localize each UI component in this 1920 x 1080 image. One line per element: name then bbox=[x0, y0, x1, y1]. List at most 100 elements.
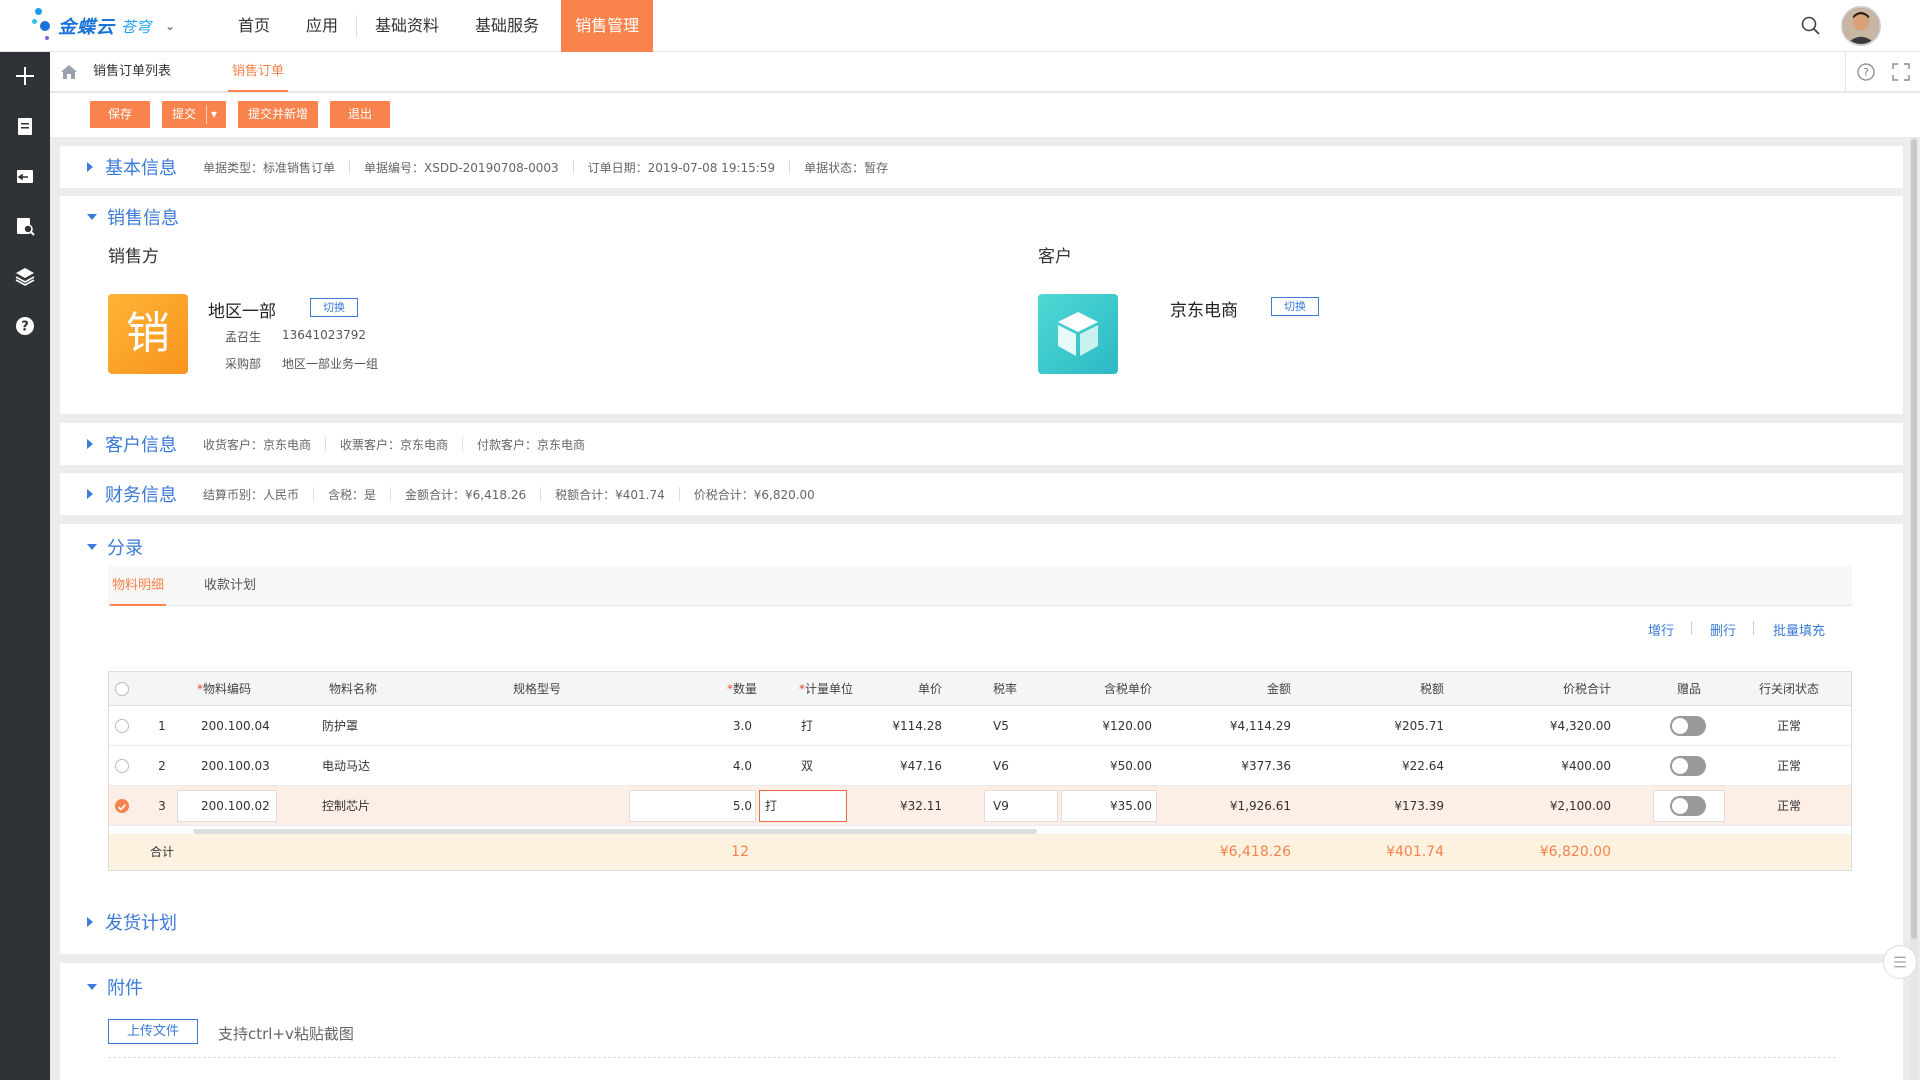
material-name[interactable]: 控制芯片 bbox=[322, 786, 370, 826]
col-price-tax: 含税单价 bbox=[1103, 682, 1152, 696]
summary-label: 合计 bbox=[149, 845, 174, 859]
table-row[interactable]: 2 200.100.03 电动马达 4.0 双 ¥47.16 V6 ¥50.00… bbox=[109, 746, 1851, 786]
basic-info-header[interactable]: 基本信息 单据类型：标准销售订单 单据编号：XSDD-20190708-0003… bbox=[87, 155, 888, 179]
table-row[interactable]: 1 200.100.04 防护罩 3.0 打 ¥114.28 V5 ¥120.0… bbox=[109, 706, 1851, 746]
row-radio[interactable] bbox=[115, 759, 129, 773]
layers-icon[interactable] bbox=[13, 264, 37, 288]
gift-toggle[interactable] bbox=[1670, 756, 1706, 776]
brand-sub: 苍穹 bbox=[121, 17, 152, 36]
tab-order[interactable]: 销售订单 bbox=[228, 52, 289, 92]
upload-file-button[interactable]: 上传文件 bbox=[108, 1019, 198, 1044]
col-qty: *数量 bbox=[726, 682, 757, 696]
receive-customer: 收货客户：京东电商 bbox=[203, 437, 312, 452]
tab-order-list[interactable]: 销售订单列表 bbox=[93, 52, 171, 92]
fullscreen-icon[interactable] bbox=[1892, 63, 1910, 81]
home-icon[interactable] bbox=[60, 64, 78, 80]
document-search-icon[interactable] bbox=[13, 214, 37, 238]
seller-switch-button[interactable]: 切换 bbox=[310, 298, 358, 317]
delete-row-link[interactable]: 删行 bbox=[1710, 620, 1736, 639]
subtab-material[interactable]: 物料明细 bbox=[110, 566, 167, 606]
cube-icon bbox=[1038, 294, 1118, 374]
batch-fill-link[interactable]: 批量填充 bbox=[1773, 620, 1825, 639]
tax-rate-input[interactable]: V9 bbox=[993, 786, 1009, 826]
col-gift: 赠品 bbox=[1676, 682, 1701, 696]
quantity[interactable]: 4.0 bbox=[629, 746, 752, 786]
help-icon[interactable]: ? bbox=[13, 314, 37, 338]
help-circle-icon[interactable]: ? bbox=[1856, 62, 1876, 82]
customer-switch-button[interactable]: 切换 bbox=[1271, 297, 1319, 316]
svg-text:?: ? bbox=[21, 320, 29, 335]
save-button[interactable]: 保存 bbox=[90, 101, 150, 128]
brand-logo[interactable]: 金蝶云 苍穹 ⌄ bbox=[32, 8, 175, 44]
close-status: 正常 bbox=[1776, 759, 1801, 773]
submit-button[interactable]: 提交 ▾ bbox=[162, 101, 226, 128]
add-row-link[interactable]: 增行 bbox=[1648, 620, 1674, 639]
nav-base-data[interactable]: 基础资料 bbox=[361, 0, 453, 52]
page-scrollbar-thumb[interactable] bbox=[1911, 139, 1917, 939]
chevron-down-icon[interactable]: ▾ bbox=[211, 101, 217, 128]
gift-toggle[interactable] bbox=[1670, 796, 1706, 816]
nav-apps[interactable]: 应用 bbox=[292, 0, 352, 52]
price-with-tax[interactable]: ¥120.00 bbox=[1059, 706, 1152, 746]
avatar[interactable] bbox=[1841, 6, 1881, 46]
tabs-bar: 销售订单列表 销售订单 ? bbox=[50, 52, 1920, 92]
material-code[interactable]: 200.100.02 bbox=[201, 786, 270, 826]
sales-info-header[interactable]: 销售信息 bbox=[87, 205, 179, 229]
table-row-selected[interactable]: 3 200.100.02 控制芯片 5.0 打 ¥32.11 V9 ¥35.00… bbox=[109, 786, 1851, 826]
quantity[interactable]: 3.0 bbox=[629, 706, 752, 746]
price-tax-total: ¥4,320.00 bbox=[1549, 719, 1611, 733]
chevron-down-icon[interactable]: ⌄ bbox=[165, 19, 175, 33]
unit-price[interactable]: ¥114.28 bbox=[874, 706, 942, 746]
unit[interactable]: 双 bbox=[801, 746, 813, 786]
unit-price[interactable]: ¥47.16 bbox=[874, 746, 942, 786]
unit[interactable]: 打 bbox=[801, 706, 813, 746]
material-name[interactable]: 电动马达 bbox=[322, 746, 370, 786]
tax-included: 含税：是 bbox=[328, 487, 377, 502]
nav-base-service[interactable]: 基础服务 bbox=[461, 0, 553, 52]
inbox-return-icon[interactable] bbox=[13, 164, 37, 188]
nav-sales[interactable]: 销售管理 bbox=[561, 0, 654, 52]
table-header: *物料编码 物料名称 规格型号 *数量 *计量单位 单价 税率 含税单价 金额 … bbox=[109, 672, 1851, 706]
material-code[interactable]: 200.100.03 bbox=[201, 746, 270, 786]
row-radio[interactable] bbox=[115, 719, 129, 733]
submit-and-new-button[interactable]: 提交并新增 bbox=[238, 101, 318, 128]
unit-input[interactable]: 打 bbox=[765, 786, 777, 826]
collapse-arrow-icon bbox=[87, 214, 97, 220]
seller-person: 孟召生 bbox=[225, 330, 262, 344]
subtab-payment-plan[interactable]: 收款计划 bbox=[204, 566, 256, 606]
gift-toggle[interactable] bbox=[1670, 716, 1706, 736]
seller-dept: 地区一部业务一组 bbox=[282, 357, 379, 371]
collapse-arrow-icon bbox=[87, 984, 97, 990]
search-icon[interactable] bbox=[1800, 15, 1822, 37]
finance-info-header[interactable]: 财务信息 结算币别：人民币 含税：是 金额合计：¥6,418.26 税额合计：¥… bbox=[87, 482, 815, 506]
customer-name: 京东电商 bbox=[1170, 301, 1238, 321]
page-scrollbar-track[interactable] bbox=[1910, 137, 1918, 1080]
summary-row: 合计 12 ¥6,418.26 ¥401.74 ¥6,820.00 bbox=[109, 834, 1851, 870]
quantity-input[interactable]: 5.0 bbox=[629, 786, 752, 826]
entries-header[interactable]: 分录 bbox=[87, 535, 143, 559]
clipboard-icon[interactable] bbox=[13, 114, 37, 138]
seller-dept-label: 采购部 bbox=[225, 357, 262, 371]
price-with-tax[interactable]: ¥50.00 bbox=[1059, 746, 1152, 786]
row-number: 3 bbox=[158, 799, 166, 813]
sales-info-section: 销售信息 销售方 销 地区一部 切换 孟召生 13641023792 采购部 地… bbox=[60, 196, 1903, 414]
nav-home[interactable]: 首页 bbox=[224, 0, 284, 52]
price-with-tax-input[interactable]: ¥35.00 bbox=[1059, 786, 1152, 826]
customer-info-header[interactable]: 客户信息 收货客户：京东电商 收票客户：京东电商 付款客户：京东电商 bbox=[87, 432, 585, 456]
unit-price[interactable]: ¥32.11 bbox=[874, 786, 942, 826]
svg-text:?: ? bbox=[1863, 66, 1869, 79]
attachment-header[interactable]: 附件 bbox=[87, 975, 143, 999]
material-code[interactable]: 200.100.04 bbox=[201, 706, 270, 746]
tax-rate[interactable]: V5 bbox=[993, 706, 1009, 746]
summary-tax: ¥401.74 bbox=[1386, 844, 1444, 860]
exit-button[interactable]: 退出 bbox=[330, 101, 390, 128]
delivery-plan-header[interactable]: 发货计划 bbox=[87, 910, 177, 934]
seller-name: 地区一部 bbox=[208, 302, 276, 322]
menu-lines-icon[interactable] bbox=[1883, 945, 1917, 979]
plus-icon[interactable] bbox=[13, 64, 37, 88]
col-total: 价税合计 bbox=[1562, 682, 1611, 696]
material-name[interactable]: 防护罩 bbox=[322, 706, 358, 746]
select-all-radio[interactable] bbox=[115, 682, 129, 696]
tax-rate[interactable]: V6 bbox=[993, 746, 1009, 786]
checked-radio-icon[interactable] bbox=[115, 799, 129, 813]
